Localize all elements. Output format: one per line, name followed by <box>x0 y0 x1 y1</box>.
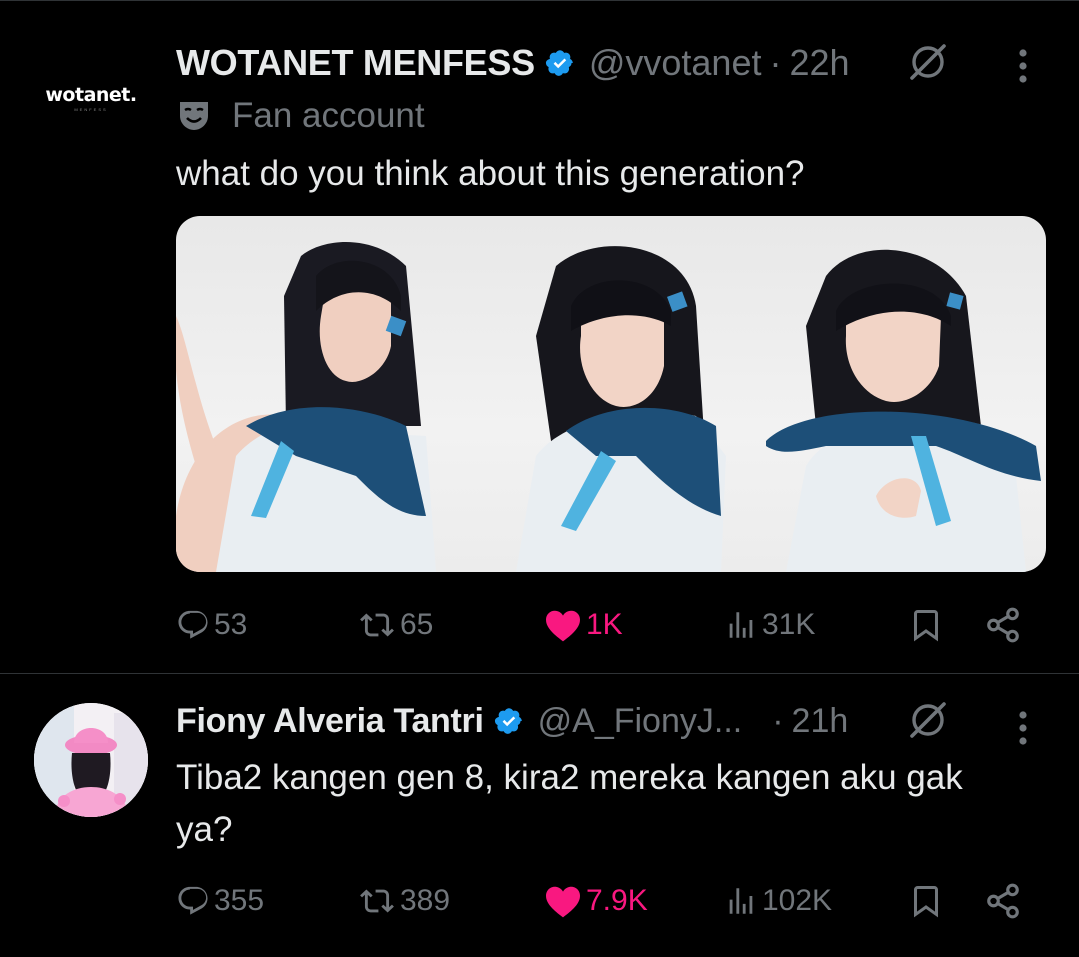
verified-badge-icon <box>494 708 522 734</box>
more-icon[interactable] <box>1018 48 1028 84</box>
verified-badge-icon <box>545 50 573 76</box>
separator-dot: · <box>772 701 784 740</box>
repost-button[interactable]: 389 <box>358 876 450 926</box>
tweet[interactable]: wotanet. MENFESS WOTANET MENFESS @vvotan… <box>0 0 1079 674</box>
tweet-text-line: Tiba2 kangen gen 8, kira2 mereka kangen … <box>176 758 963 797</box>
action-bar: 355 389 7.9K 102K <box>176 876 1036 926</box>
heart-icon <box>546 610 580 642</box>
author-name[interactable]: Fiony Alveria Tantri <box>176 702 484 741</box>
tweet-header: Fiony Alveria Tantri @A_FionyJ... · 21h <box>176 696 848 746</box>
avatar-image <box>34 703 148 817</box>
avatar[interactable]: wotanet. MENFESS <box>40 78 142 118</box>
views-count: 31K <box>762 608 816 641</box>
like-count: 7.9K <box>586 884 648 917</box>
bookmark-icon <box>914 886 938 918</box>
more-icon[interactable] <box>1018 710 1028 746</box>
like-button[interactable]: 7.9K <box>544 876 648 926</box>
bookmark-icon <box>914 610 938 642</box>
person-center <box>516 246 726 572</box>
repost-icon <box>360 613 394 637</box>
grok-icon[interactable] <box>906 698 950 742</box>
reply-button[interactable]: 53 <box>176 600 247 650</box>
like-button[interactable]: 1K <box>544 600 623 650</box>
views-button[interactable]: 102K <box>724 876 832 926</box>
group-photo <box>176 242 1041 572</box>
avatar[interactable] <box>34 703 148 817</box>
repost-count: 65 <box>400 608 434 641</box>
reply-button[interactable]: 355 <box>176 876 264 926</box>
share-button[interactable] <box>984 600 1022 650</box>
reply-icon <box>178 886 208 915</box>
grok-icon[interactable] <box>906 40 950 84</box>
tweet-text: Tiba2 kangen gen 8, kira2 mereka kangen … <box>176 752 963 856</box>
account-label-text: Fan account <box>232 96 425 135</box>
views-icon <box>729 888 753 914</box>
theater-mask-icon <box>180 102 208 130</box>
reply-count: 355 <box>214 884 265 917</box>
views-count: 102K <box>762 884 833 917</box>
reply-icon <box>178 610 208 639</box>
account-label: Fan account <box>176 96 425 136</box>
repost-button[interactable]: 65 <box>358 600 433 650</box>
separator-dot: · <box>769 42 782 83</box>
reply-count: 53 <box>214 608 248 641</box>
share-icon <box>987 883 1019 919</box>
author-handle[interactable]: @A_FionyJ... <box>538 702 743 741</box>
repost-icon <box>360 889 394 913</box>
bookmark-button[interactable] <box>908 876 944 926</box>
heart-icon <box>546 886 580 918</box>
like-count: 1K <box>586 608 623 641</box>
action-bar: 53 65 1K 31K <box>176 600 1036 650</box>
timestamp[interactable]: 22h <box>789 42 849 84</box>
person-right <box>766 249 1041 572</box>
tweet-image[interactable] <box>176 216 1046 572</box>
logo-subtext: MENFESS <box>74 107 108 112</box>
timestamp[interactable]: 21h <box>792 702 849 741</box>
views-icon <box>729 612 753 638</box>
bookmark-button[interactable] <box>908 600 944 650</box>
tweet-text: what do you think about this generation? <box>176 154 805 193</box>
logo-text: wotanet. <box>45 84 137 106</box>
tweet-header: WOTANET MENFESS @vvotanet · 22h <box>176 38 850 88</box>
share-icon <box>987 607 1019 643</box>
views-button[interactable]: 31K <box>724 600 815 650</box>
tweet-divider <box>0 673 1079 674</box>
share-button[interactable] <box>984 876 1022 926</box>
tweet-text-line: ya? <box>176 810 233 849</box>
repost-count: 389 <box>400 884 451 917</box>
author-handle[interactable]: @vvotanet <box>589 42 762 84</box>
author-name[interactable]: WOTANET MENFESS <box>176 42 535 84</box>
person-left <box>176 242 436 572</box>
